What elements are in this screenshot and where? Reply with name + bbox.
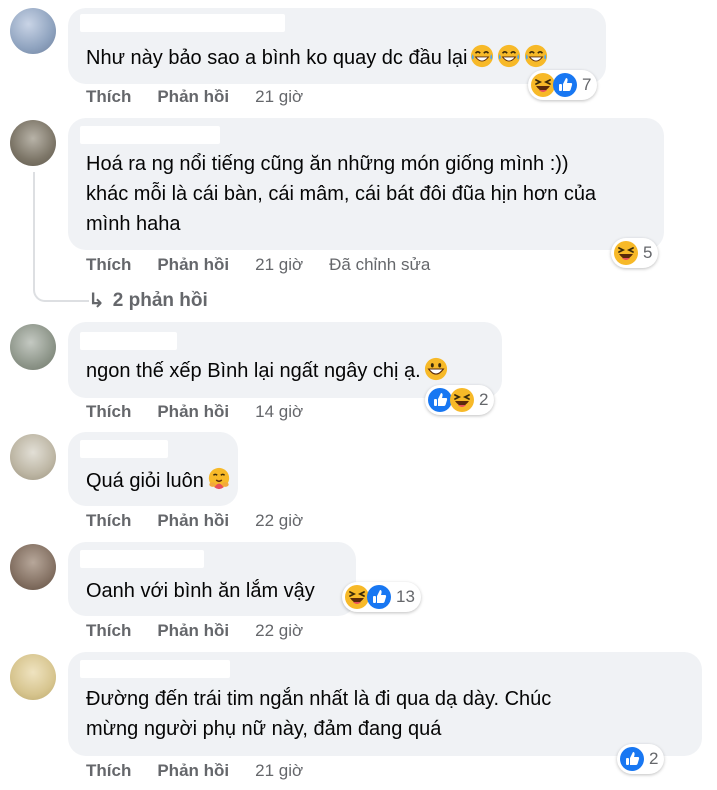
edited-label[interactable]: Đã chỉnh sửa xyxy=(329,255,430,275)
avatar[interactable] xyxy=(10,8,56,54)
tears-of-joy-icon xyxy=(470,44,494,68)
reaction-summary[interactable]: 13 xyxy=(342,582,421,612)
avatar[interactable] xyxy=(10,324,56,370)
reply-button[interactable]: Phản hồi xyxy=(157,87,229,107)
like-button[interactable]: Thích xyxy=(86,255,131,275)
timestamp[interactable]: 14 giờ xyxy=(255,402,303,422)
avatar[interactable] xyxy=(10,654,56,700)
timestamp[interactable]: 21 giờ xyxy=(255,255,303,275)
comment-actions: Thích Phản hồi 21 giờ Đã chỉnh sửa xyxy=(86,254,430,276)
reaction-summary[interactable]: 2 xyxy=(617,744,665,774)
grinning-icon xyxy=(424,357,448,381)
commenter-name-redacted[interactable] xyxy=(80,440,168,458)
view-replies-link[interactable]: ↳ 2 phản hồi xyxy=(88,288,208,313)
like-button[interactable]: Thích xyxy=(86,511,131,531)
like-button[interactable]: Thích xyxy=(86,761,131,781)
like-icon xyxy=(366,584,392,610)
laugh-icon xyxy=(613,240,639,266)
reaction-count: 5 xyxy=(643,243,653,262)
hug-icon xyxy=(207,467,231,491)
reply-arrow-icon: ↳ xyxy=(88,290,105,312)
comment-text: ngon thế xếp Bình lại ngất ngây chị ạ. xyxy=(86,356,448,386)
like-button[interactable]: Thích xyxy=(86,87,131,107)
reaction-summary[interactable]: 7 xyxy=(528,70,598,100)
timestamp[interactable]: 22 giờ xyxy=(255,511,303,531)
avatar[interactable] xyxy=(10,434,56,480)
reaction-count: 13 xyxy=(396,587,415,606)
reply-button[interactable]: Phản hồi xyxy=(157,255,229,275)
reaction-count: 7 xyxy=(582,75,592,94)
comment-text: Đường đến trái tim ngắn nhất là đi qua d… xyxy=(86,688,552,740)
reaction-summary[interactable]: 2 xyxy=(425,385,495,415)
comment-text: Quá giỏi luôn xyxy=(86,466,231,496)
reaction-summary[interactable]: 5 xyxy=(611,238,659,268)
comment-actions: Thích Phản hồi 14 giờ xyxy=(86,401,303,423)
commenter-name-redacted[interactable] xyxy=(80,660,230,678)
timestamp[interactable]: 22 giờ xyxy=(255,621,303,641)
avatar[interactable] xyxy=(10,120,56,166)
reaction-count: 2 xyxy=(479,390,489,409)
like-icon xyxy=(552,72,578,98)
comment-actions: Thích Phản hồi 21 giờ xyxy=(86,86,303,108)
commenter-name-redacted[interactable] xyxy=(80,126,220,144)
reply-button[interactable]: Phản hồi xyxy=(157,621,229,641)
reply-button[interactable]: Phản hồi xyxy=(157,402,229,422)
reply-button[interactable]: Phản hồi xyxy=(157,761,229,781)
tears-of-joy-icon xyxy=(497,44,521,68)
timestamp[interactable]: 21 giờ xyxy=(255,87,303,107)
commenter-name-redacted[interactable] xyxy=(80,550,204,568)
reply-button[interactable]: Phản hồi xyxy=(157,511,229,531)
comment-actions: Thích Phản hồi 21 giờ xyxy=(86,760,303,782)
timestamp[interactable]: 21 giờ xyxy=(255,761,303,781)
reaction-count: 2 xyxy=(649,749,659,768)
tears-of-joy-icon xyxy=(524,44,548,68)
comment-actions: Thích Phản hồi 22 giờ xyxy=(86,510,303,532)
laugh-icon xyxy=(449,387,475,413)
comment-text: Như này bảo sao a bình ko quay dc đầu lạ… xyxy=(86,43,548,73)
like-button[interactable]: Thích xyxy=(86,402,131,422)
commenter-name-redacted[interactable] xyxy=(80,332,177,350)
avatar[interactable] xyxy=(10,544,56,590)
comment-text: Hoá ra ng nổi tiếng cũng ăn những món gi… xyxy=(86,153,597,235)
like-icon xyxy=(619,746,645,772)
comment-text: Oanh với bình ăn lắm vậy xyxy=(86,580,315,602)
comment-actions: Thích Phản hồi 22 giờ xyxy=(86,620,303,642)
commenter-name-redacted[interactable] xyxy=(80,14,285,32)
like-button[interactable]: Thích xyxy=(86,621,131,641)
